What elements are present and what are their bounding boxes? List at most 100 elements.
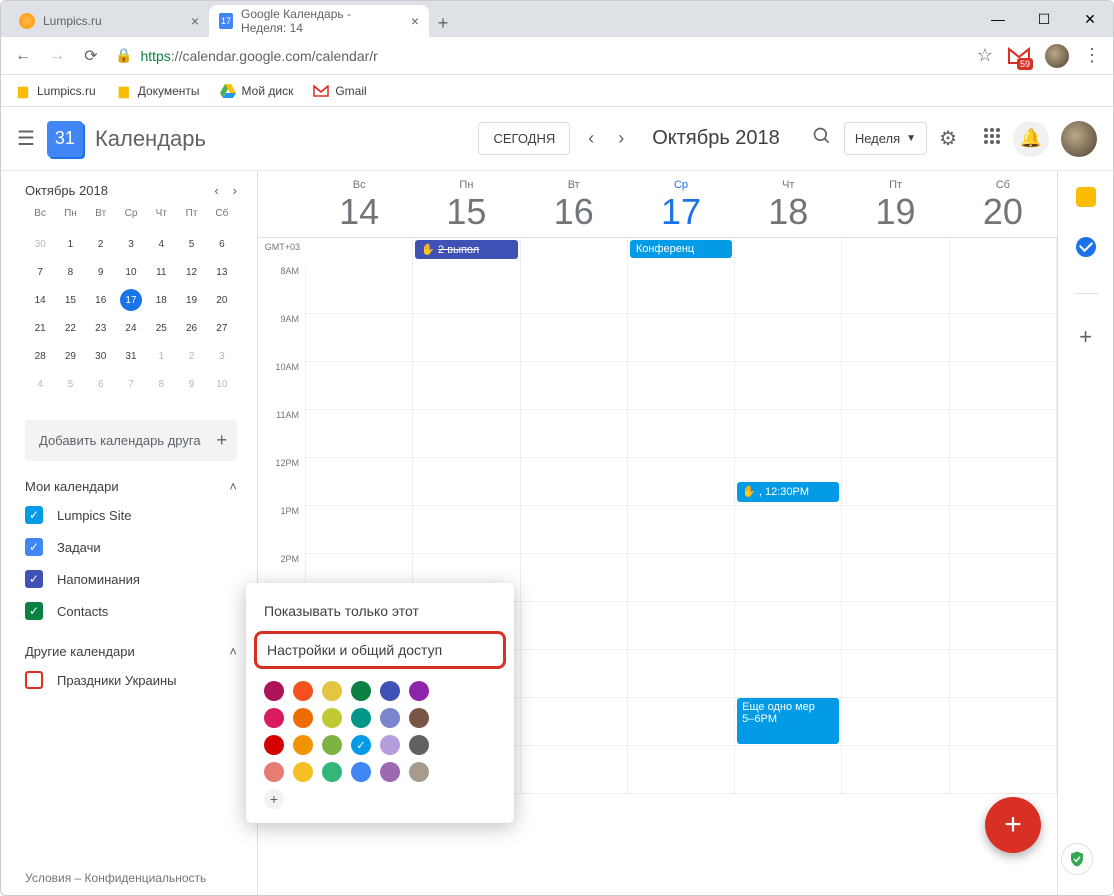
mini-prev-icon[interactable]: ‹	[214, 183, 218, 198]
hour-cell[interactable]	[628, 506, 735, 554]
hour-cell[interactable]	[628, 314, 735, 362]
hour-cell[interactable]	[628, 266, 735, 314]
forward-icon[interactable]: →	[47, 47, 67, 65]
color-swatch[interactable]	[293, 681, 313, 701]
hour-cell[interactable]	[306, 410, 413, 458]
mini-day-cell[interactable]: 29	[55, 344, 85, 368]
hour-cell[interactable]	[413, 314, 520, 362]
calendar-list-item[interactable]: ✓Напоминания	[25, 570, 237, 588]
mini-day-cell[interactable]: 1	[146, 344, 176, 368]
color-swatch[interactable]	[351, 708, 371, 728]
sidebar-footer[interactable]: Условия – Конфиденциальность	[25, 861, 237, 895]
context-settings-and-sharing[interactable]: Настройки и общий доступ	[254, 631, 506, 669]
hour-cell[interactable]	[735, 650, 842, 698]
bookmark-item[interactable]: Мой диск	[220, 83, 294, 99]
hour-cell[interactable]	[306, 362, 413, 410]
hour-cell[interactable]	[842, 650, 949, 698]
color-swatch[interactable]: ✓	[351, 735, 371, 755]
google-apps-icon[interactable]	[983, 127, 1001, 150]
bookmark-item[interactable]: Gmail	[313, 83, 366, 99]
color-swatch[interactable]	[293, 708, 313, 728]
hour-cell[interactable]	[842, 506, 949, 554]
mini-day-cell[interactable]: 15	[55, 288, 85, 312]
allday-cell[interactable]	[842, 238, 949, 266]
calendar-checkbox[interactable]: ✓	[25, 538, 43, 556]
tasks-addon-icon[interactable]	[1076, 237, 1096, 257]
color-swatch[interactable]	[322, 681, 342, 701]
notifications-icon[interactable]: 🔔	[1013, 121, 1049, 157]
calendar-checkbox[interactable]: ✓	[25, 602, 43, 620]
hour-cell[interactable]	[842, 410, 949, 458]
back-icon[interactable]: ←	[13, 47, 33, 65]
color-swatch[interactable]	[351, 681, 371, 701]
hour-cell[interactable]	[950, 314, 1057, 362]
color-swatch[interactable]	[322, 735, 342, 755]
bookmark-item[interactable]: ▆ Документы	[116, 83, 200, 99]
color-swatch[interactable]	[322, 708, 342, 728]
hour-cell[interactable]	[413, 458, 520, 506]
hour-cell[interactable]	[950, 698, 1057, 746]
color-swatch[interactable]	[409, 762, 429, 782]
color-swatch[interactable]	[380, 735, 400, 755]
mini-day-cell[interactable]: 9	[86, 260, 116, 284]
mini-day-cell[interactable]: 10	[116, 260, 146, 284]
mini-day-cell[interactable]: 21	[25, 316, 55, 340]
day-header[interactable]: Вс14	[306, 171, 413, 237]
reload-icon[interactable]: ⟳	[81, 46, 101, 66]
mini-day-cell[interactable]: 2	[86, 232, 116, 256]
mini-day-cell[interactable]: 1	[55, 232, 85, 256]
hour-cell[interactable]	[842, 314, 949, 362]
view-selector[interactable]: Неделя ▼	[844, 122, 927, 155]
my-calendars-header[interactable]: Мои календари ˄	[25, 479, 237, 494]
hour-cell[interactable]	[521, 746, 628, 794]
mini-day-cell[interactable]: 12	[176, 260, 206, 284]
allday-cell[interactable]: ✋ 2 выпол	[413, 238, 520, 266]
hour-cell[interactable]	[735, 602, 842, 650]
allday-cell[interactable]	[521, 238, 628, 266]
mini-day-cell[interactable]: 6	[207, 232, 237, 256]
color-swatch[interactable]	[293, 762, 313, 782]
main-menu-icon[interactable]: ☰	[17, 126, 35, 151]
color-swatch[interactable]	[409, 681, 429, 701]
hour-cell[interactable]	[950, 458, 1057, 506]
browser-tab[interactable]: Lumpics.ru ×	[9, 5, 209, 37]
color-swatch[interactable]	[380, 681, 400, 701]
calendar-list-item[interactable]: ✓Задачи	[25, 538, 237, 556]
calendar-checkbox[interactable]: ✓	[25, 570, 43, 588]
hour-cell[interactable]	[735, 266, 842, 314]
allday-cell[interactable]	[950, 238, 1057, 266]
hour-cell[interactable]	[842, 266, 949, 314]
color-swatch[interactable]	[264, 681, 284, 701]
hour-cell[interactable]	[413, 410, 520, 458]
day-header[interactable]: Вт16	[521, 171, 628, 237]
hour-cell[interactable]	[842, 458, 949, 506]
color-swatch[interactable]	[351, 762, 371, 782]
mini-day-cell[interactable]: 3	[207, 344, 237, 368]
today-button[interactable]: СЕГОДНЯ	[478, 122, 570, 155]
hour-cell[interactable]	[306, 458, 413, 506]
hour-cell[interactable]	[950, 506, 1057, 554]
hour-cell[interactable]	[842, 602, 949, 650]
hour-cell[interactable]	[521, 266, 628, 314]
color-swatch[interactable]	[264, 735, 284, 755]
hour-cell[interactable]	[735, 554, 842, 602]
day-header[interactable]: Сб20	[950, 171, 1057, 237]
close-button[interactable]: ✕	[1067, 4, 1113, 34]
hour-cell[interactable]	[628, 746, 735, 794]
day-header[interactable]: Пн15	[413, 171, 520, 237]
close-icon[interactable]: ×	[411, 13, 419, 29]
hour-cell[interactable]	[306, 314, 413, 362]
hour-cell[interactable]	[842, 746, 949, 794]
hour-cell[interactable]: Еще одно мер5–6PM	[735, 698, 842, 746]
minimize-button[interactable]: —	[975, 4, 1021, 34]
close-icon[interactable]: ×	[191, 13, 199, 29]
hour-cell[interactable]	[628, 554, 735, 602]
add-addon-icon[interactable]: +	[1079, 324, 1092, 350]
gmail-extension-icon[interactable]: 59	[1007, 44, 1031, 68]
timed-event-block[interactable]: ✋ , 12:30PM	[737, 482, 839, 502]
hour-cell[interactable]	[950, 746, 1057, 794]
hour-cell[interactable]	[735, 410, 842, 458]
hour-cell[interactable]	[413, 266, 520, 314]
mini-day-cell[interactable]: 18	[146, 288, 176, 312]
allday-cell[interactable]	[306, 238, 413, 266]
